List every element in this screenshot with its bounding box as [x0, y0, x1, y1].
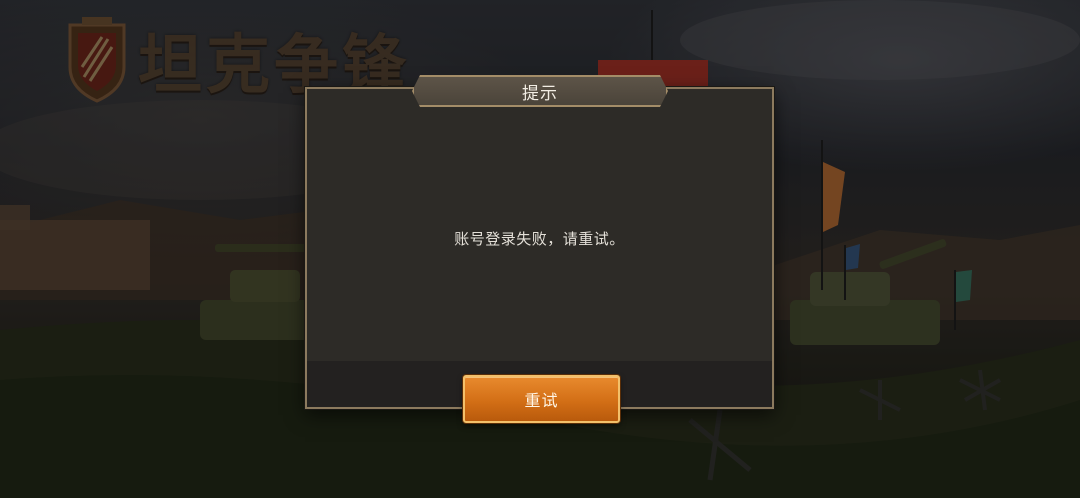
- retry-button[interactable]: 重试: [463, 375, 620, 423]
- dialog-title: 提示: [522, 83, 558, 104]
- dialog-title-tab: 提示: [412, 75, 668, 107]
- alert-dialog: 提示 账号登录失败，请重试。 重试: [305, 87, 774, 423]
- game-scene: 坦克争锋 提示 账号登录失败，请重试。 重试: [0, 0, 1080, 498]
- dialog-message: 账号登录失败，请重试。: [454, 230, 625, 248]
